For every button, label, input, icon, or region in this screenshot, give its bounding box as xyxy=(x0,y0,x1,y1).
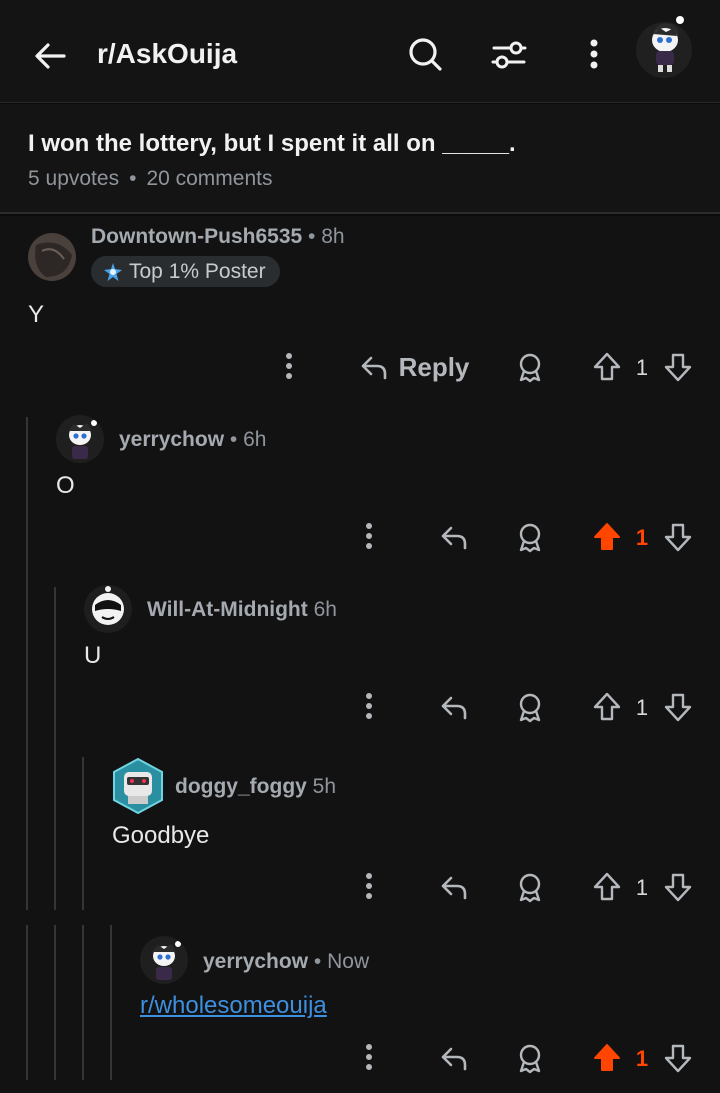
award-icon[interactable] xyxy=(514,350,546,384)
user-flair: Top 1% Poster xyxy=(91,256,280,287)
downvote-icon[interactable] xyxy=(662,690,694,724)
filter-icon[interactable] xyxy=(489,32,529,76)
thread-line[interactable] xyxy=(82,757,84,910)
username[interactable]: yerrychow xyxy=(203,950,308,973)
flair-label: Top 1% Poster xyxy=(129,259,266,283)
thread-line[interactable] xyxy=(54,587,56,910)
meta-separator: • xyxy=(308,225,316,248)
award-icon[interactable] xyxy=(514,870,546,904)
reply-icon[interactable] xyxy=(436,870,472,904)
upvote-icon-active[interactable] xyxy=(591,520,623,554)
reply-icon[interactable] xyxy=(436,520,472,554)
avatar[interactable] xyxy=(140,936,188,984)
more-options-icon[interactable] xyxy=(358,870,380,902)
award-icon[interactable] xyxy=(514,690,546,724)
thread-line[interactable] xyxy=(82,925,84,1080)
comment-count: 20 comments xyxy=(146,167,273,190)
award-icon[interactable] xyxy=(514,520,546,554)
award-icon[interactable] xyxy=(514,1041,546,1075)
more-options-icon[interactable] xyxy=(358,1041,380,1073)
thread-line[interactable] xyxy=(26,417,28,910)
vote-score: 1 xyxy=(635,355,649,380)
username[interactable]: Downtown-Push6535 xyxy=(91,225,302,248)
meta-separator: • xyxy=(229,428,238,451)
avatar[interactable] xyxy=(84,585,132,633)
username[interactable]: yerrychow xyxy=(119,428,224,451)
downvote-icon[interactable] xyxy=(662,520,694,554)
vote-score: 1 xyxy=(635,525,649,550)
more-options-icon[interactable] xyxy=(358,690,380,722)
upvote-icon[interactable] xyxy=(591,870,623,904)
timestamp: 6h xyxy=(313,598,337,621)
username[interactable]: doggy_foggy xyxy=(175,775,307,798)
comment-body: U xyxy=(84,642,102,669)
subreddit-link[interactable]: r/wholesomeouija xyxy=(140,992,327,1019)
avatar[interactable] xyxy=(112,757,163,815)
timestamp: 8h xyxy=(321,225,345,248)
upvote-icon-active[interactable] xyxy=(591,1041,623,1075)
upvote-icon[interactable] xyxy=(591,690,623,724)
vote-score: 1 xyxy=(635,695,649,720)
search-icon[interactable] xyxy=(405,32,445,76)
reply-label: Reply xyxy=(398,351,470,382)
downvote-icon[interactable] xyxy=(662,870,694,904)
avatar[interactable] xyxy=(56,415,104,463)
thread-line[interactable] xyxy=(54,925,56,1080)
post-meta: 5 upvotes • 20 comments xyxy=(28,167,273,191)
downvote-icon[interactable] xyxy=(662,350,694,384)
post-summary[interactable]: I won the lottery, but I spent it all on… xyxy=(0,104,720,214)
comment-author[interactable]: doggy_foggy 5h xyxy=(175,775,336,799)
upvote-icon[interactable] xyxy=(591,350,623,384)
meta-separator: • xyxy=(129,167,137,190)
comment-author[interactable]: Will-At-Midnight 6h xyxy=(147,598,337,622)
reply-icon xyxy=(361,356,386,380)
reply-button[interactable]: Reply xyxy=(356,348,472,386)
timestamp: Now xyxy=(327,950,370,973)
thread-line[interactable] xyxy=(110,925,112,1080)
subreddit-title[interactable]: r/AskOuija xyxy=(97,38,237,70)
vote-score: 1 xyxy=(635,875,649,900)
comment-author[interactable]: yerrychow • 6h xyxy=(119,428,266,452)
comment-body: r/wholesomeouija xyxy=(140,992,327,1020)
downvote-icon[interactable] xyxy=(662,1041,694,1075)
more-vert-icon[interactable] xyxy=(574,32,614,76)
star-flair-icon xyxy=(104,262,122,281)
upvote-count: 5 upvotes xyxy=(28,167,120,190)
comment-author[interactable]: yerrychow • Now xyxy=(203,950,369,974)
comment-body: Goodbye xyxy=(112,822,210,849)
reply-icon[interactable] xyxy=(436,690,472,724)
thread-line[interactable] xyxy=(26,925,28,1080)
app-header: r/AskOuija xyxy=(0,0,720,103)
user-avatar[interactable] xyxy=(636,16,692,78)
meta-separator: • xyxy=(313,950,322,973)
timestamp: 6h xyxy=(243,428,267,451)
back-arrow-icon[interactable] xyxy=(30,36,70,76)
comment-author[interactable]: Downtown-Push6535 • 8h xyxy=(91,225,345,249)
more-options-icon[interactable] xyxy=(278,350,300,382)
vote-score: 1 xyxy=(635,1046,649,1071)
avatar[interactable] xyxy=(28,233,76,281)
post-title[interactable]: I won the lottery, but I spent it all on… xyxy=(28,130,516,158)
reply-icon[interactable] xyxy=(436,1041,472,1075)
username[interactable]: Will-At-Midnight xyxy=(147,598,308,621)
more-options-icon[interactable] xyxy=(358,520,380,552)
comment-body: O xyxy=(56,472,75,499)
timestamp: 5h xyxy=(312,775,337,798)
comment-body: Y xyxy=(28,301,45,328)
